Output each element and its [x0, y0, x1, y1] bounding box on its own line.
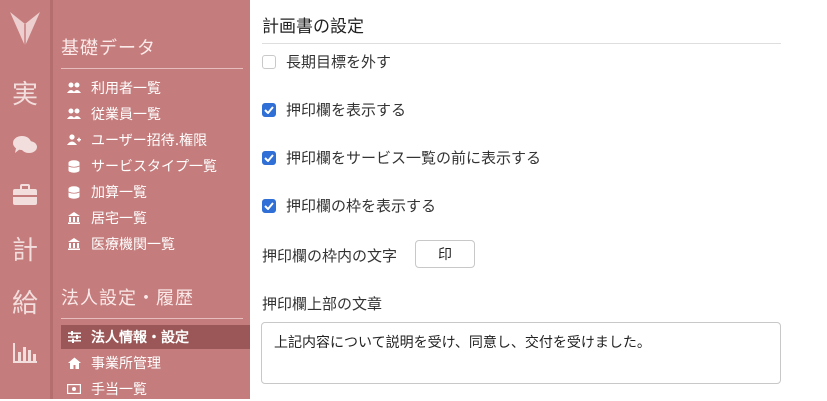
sidebar-item-corporate-info[interactable]: 法人情報・設定 [61, 325, 250, 349]
stamp-text-input[interactable] [415, 240, 475, 268]
chat-icon[interactable] [0, 134, 50, 156]
money-icon [67, 382, 81, 396]
sidebar-item-allowance[interactable]: 手当一覧 [61, 377, 250, 401]
section-title-basic-data: 基礎データ [61, 38, 156, 59]
users-icon [67, 107, 81, 121]
option-show-stamp-frame[interactable]: 押印欄の枠を表示する [262, 195, 436, 216]
option-remove-long-term-goal[interactable]: 長期目標を外す [262, 51, 391, 72]
sidebar-item-office[interactable]: 事業所管理 [61, 351, 250, 375]
sidebar-item-employees[interactable]: 従業員一覧 [61, 102, 250, 126]
sidebar-item-label: 法人情報・設定 [91, 330, 189, 346]
sidebar-item-medical[interactable]: 医療機関一覧 [61, 232, 250, 256]
briefcase-icon[interactable] [0, 184, 50, 206]
sidebar-item-label: 手当一覧 [91, 382, 147, 398]
rail-item-jisseki[interactable]: 実 [0, 80, 50, 110]
building-icon [67, 237, 81, 251]
rail-item-kyuyo[interactable]: 給 [0, 289, 50, 319]
check-icon [264, 153, 274, 162]
sidebar: 基礎データ 利用者一覧 従業員一覧 ユーザー招待.権限 サービスタイプ一覧 加算… [53, 0, 250, 399]
sidebar-item-label: ユーザー招待.権限 [91, 133, 208, 149]
section-title-corporate: 法人設定・履歴 [61, 288, 194, 309]
sidebar-item-user-invite[interactable]: ユーザー招待.権限 [61, 128, 250, 152]
option-label: 押印欄をサービス一覧の前に表示する [286, 149, 542, 167]
option-show-stamp[interactable]: 押印欄を表示する [262, 99, 406, 120]
check-icon [264, 201, 274, 210]
checkbox-checked[interactable] [262, 150, 276, 165]
stamp-upper-text-label: 押印欄上部の文章 [262, 295, 383, 313]
stamp-text-label: 押印欄の枠内の文字 [262, 247, 398, 265]
checkbox-checked[interactable] [262, 102, 276, 117]
section-divider [61, 318, 243, 319]
sidebar-item-label: 居宅一覧 [91, 211, 147, 227]
bar-chart-icon[interactable] [0, 342, 50, 364]
sliders-icon [67, 330, 81, 344]
option-label: 長期目標を外す [286, 53, 392, 71]
sidebar-item-label: サービスタイプ一覧 [91, 159, 217, 175]
page-title: 計画書の設定 [262, 17, 364, 37]
checkbox-checked[interactable] [262, 198, 276, 213]
users-icon [67, 81, 81, 95]
icon-rail: 実 計 給 [0, 0, 50, 399]
sidebar-item-users[interactable]: 利用者一覧 [61, 76, 250, 100]
sidebar-item-label: 加算一覧 [91, 185, 147, 201]
option-label: 押印欄を表示する [286, 101, 407, 119]
home-icon [67, 356, 81, 370]
building-icon [67, 211, 81, 225]
sidebar-item-service-types[interactable]: サービスタイプ一覧 [61, 154, 250, 178]
section-divider [61, 68, 243, 69]
main-content: 計画書の設定 長期目標を外す 押印欄を表示する 押印欄をサービス一覧の前に表示す… [250, 0, 827, 399]
sidebar-item-kyotaku[interactable]: 居宅一覧 [61, 206, 250, 230]
user-plus-icon [67, 133, 81, 147]
sidebar-item-label: 事業所管理 [91, 356, 161, 372]
option-label: 押印欄の枠を表示する [286, 197, 437, 215]
sidebar-item-additions[interactable]: 加算一覧 [61, 180, 250, 204]
title-divider [262, 43, 781, 44]
checkbox-unchecked[interactable] [262, 54, 276, 69]
check-icon [264, 105, 274, 114]
stamp-upper-text-field[interactable]: 上記内容について説明を受け、同意し、交付を受けました。 [261, 322, 781, 384]
sidebar-item-label: 医療機関一覧 [91, 237, 175, 253]
logo-icon[interactable] [0, 8, 50, 52]
rail-item-keikaku[interactable]: 計 [0, 236, 50, 266]
sidebar-item-label: 利用者一覧 [91, 81, 161, 97]
option-stamp-before-services[interactable]: 押印欄をサービス一覧の前に表示する [262, 147, 541, 168]
sidebar-item-label: 従業員一覧 [91, 107, 161, 123]
database-icon [67, 159, 81, 173]
database-icon [67, 185, 81, 199]
